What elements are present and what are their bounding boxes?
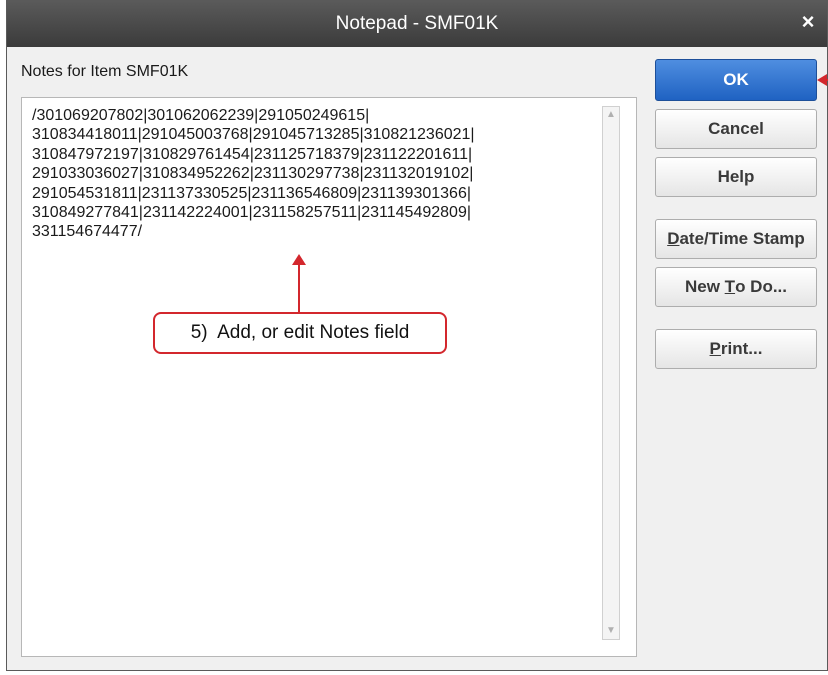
close-icon[interactable]: × — [795, 9, 821, 35]
new-todo-button[interactable]: New To Do... — [655, 267, 817, 307]
ok-button-label: OK — [723, 70, 749, 89]
ok-button[interactable]: OK — [655, 59, 817, 101]
annotation-callout: 5) Add, or edit Notes field — [153, 312, 447, 354]
print-label: rint... — [720, 339, 763, 358]
vertical-scrollbar[interactable]: ▲ ▼ — [602, 106, 620, 640]
scroll-up-arrow-icon[interactable]: ▲ — [603, 107, 619, 123]
scroll-down-arrow-icon[interactable]: ▼ — [603, 623, 619, 639]
cancel-button-label: Cancel — [708, 119, 764, 138]
notes-text[interactable]: /301069207802|301062062239|291050249615|… — [32, 106, 597, 242]
date-time-stamp-label: ate/Time Stamp — [679, 229, 805, 248]
date-time-stamp-accel: D — [667, 229, 680, 248]
print-accel: P — [709, 339, 721, 358]
title-bar: Notepad - SMF01K × — [7, 1, 827, 47]
callout-arrow-line — [298, 262, 300, 312]
cancel-button[interactable]: Cancel — [655, 109, 817, 149]
notes-label: Notes for Item SMF01K — [21, 63, 189, 80]
notes-field[interactable]: /301069207802|301062062239|291050249615|… — [21, 97, 637, 657]
date-time-stamp-button[interactable]: Date/Time Stamp — [655, 219, 817, 259]
print-button[interactable]: Print... — [655, 329, 817, 369]
new-todo-label-pre: New — [684, 277, 725, 296]
window-title: Notepad - SMF01K — [335, 13, 499, 34]
help-button-label: Help — [717, 167, 755, 186]
annotation-callout-text: 5) Add, or edit Notes field — [190, 322, 410, 343]
new-todo-accel: T — [724, 277, 736, 296]
help-button[interactable]: Help — [655, 157, 817, 197]
new-todo-label-rest: o Do... — [735, 277, 788, 296]
